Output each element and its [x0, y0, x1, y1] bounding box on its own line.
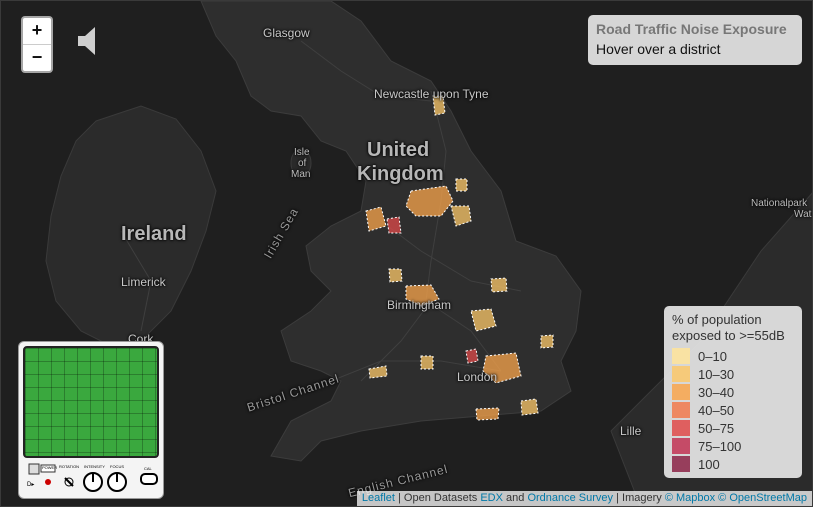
legend-item: 0–10	[672, 347, 794, 365]
svg-text:D▸: D▸	[27, 482, 34, 488]
legend-item: 30–40	[672, 383, 794, 401]
legend-label: 75–100	[698, 438, 742, 454]
district[interactable]	[386, 216, 402, 234]
label-isle-of-man-1: Isle	[294, 147, 310, 158]
scope-focus-label: FOCUS	[110, 464, 124, 469]
legend-swatch	[672, 348, 690, 364]
zoom-control: + −	[21, 16, 53, 73]
district[interactable]	[520, 398, 539, 416]
openstreetmap-link[interactable]: © OpenStreetMap	[718, 492, 807, 504]
label-newcastle: Newcastle upon Tyne	[374, 87, 489, 101]
legend-item: 75–100	[672, 437, 794, 455]
district[interactable]	[388, 268, 403, 283]
legend-label: 0–10	[698, 348, 727, 364]
legend-swatch	[672, 366, 690, 382]
legend-label: 100	[698, 456, 720, 472]
district[interactable]	[420, 355, 434, 370]
edx-link[interactable]: EDX	[480, 492, 503, 504]
legend-swatch	[672, 420, 690, 436]
legend-swatch	[672, 456, 690, 472]
ordnance-survey-link[interactable]: Ordnance Survey	[527, 492, 613, 504]
label-lille: Lille	[620, 424, 642, 438]
label-united-kingdom-line1: United	[367, 139, 430, 161]
mapbox-link[interactable]: © Mapbox	[665, 492, 715, 504]
leaflet-link[interactable]: Leaflet	[362, 492, 395, 504]
attrib-imagery: | Imagery	[613, 492, 665, 504]
district[interactable]	[465, 348, 479, 364]
label-birmingham: Birmingham	[387, 298, 452, 312]
oscilloscope-controls: D▸ POWER ROTATION INTENSITY FOCUS CAL	[23, 462, 159, 494]
speaker-icon[interactable]	[77, 25, 99, 62]
district[interactable]	[490, 277, 508, 293]
label-isle-of-man-3: Man	[291, 169, 311, 180]
info-title: Road Traffic Noise Exposure	[596, 21, 787, 37]
district[interactable]	[455, 178, 468, 192]
legend-item: 40–50	[672, 401, 794, 419]
legend-title: % of population exposed to >=55dB	[672, 312, 785, 343]
district[interactable]	[540, 334, 554, 349]
oscilloscope-screen	[23, 346, 159, 458]
legend-item: 10–30	[672, 365, 794, 383]
label-ireland: Ireland	[121, 223, 187, 245]
legend-item: 100	[672, 455, 794, 473]
legend-label: 50–75	[698, 420, 735, 436]
scope-power-label: POWER	[42, 465, 58, 470]
label-nationalpark: Nationalpark	[751, 198, 808, 209]
label-glasgow: Glasgow	[263, 26, 310, 40]
label-isle-of-man-2: of	[298, 158, 307, 169]
scope-rotation-label: ROTATION	[59, 464, 80, 469]
legend-swatch	[672, 438, 690, 454]
legend-swatch	[672, 402, 690, 418]
scope-intensity-label: INTENSITY	[84, 464, 105, 469]
legend-item: 50–75	[672, 419, 794, 437]
legend: % of population exposed to >=55dB 0–10 10…	[664, 306, 802, 478]
zoom-in-button[interactable]: +	[23, 18, 51, 44]
map-container[interactable]: Glasgow Newcastle upon Tyne United Kingd…	[0, 0, 813, 507]
district[interactable]	[475, 407, 500, 421]
label-london: London	[457, 370, 498, 384]
oscilloscope-widget: D▸ POWER ROTATION INTENSITY FOCUS CAL	[18, 341, 164, 499]
label-united-kingdom-line2: Kingdom	[357, 163, 444, 185]
legend-swatch	[672, 384, 690, 400]
zoom-out-button[interactable]: −	[23, 44, 51, 71]
scope-cal-label: CAL	[144, 466, 152, 471]
legend-label: 40–50	[698, 402, 735, 418]
info-subtitle: Hover over a district	[596, 41, 721, 57]
attribution: Leaflet | Open Datasets EDX and Ordnance…	[356, 491, 812, 506]
legend-label: 30–40	[698, 384, 735, 400]
label-limerick: Limerick	[121, 275, 166, 289]
attrib-open-datasets: | Open Datasets	[394, 492, 481, 504]
attrib-and: and	[502, 492, 528, 504]
info-panel: Road Traffic Noise Exposure Hover over a…	[588, 15, 802, 65]
legend-label: 10–30	[698, 366, 735, 382]
label-nationalpark-2: Wat	[794, 209, 812, 220]
